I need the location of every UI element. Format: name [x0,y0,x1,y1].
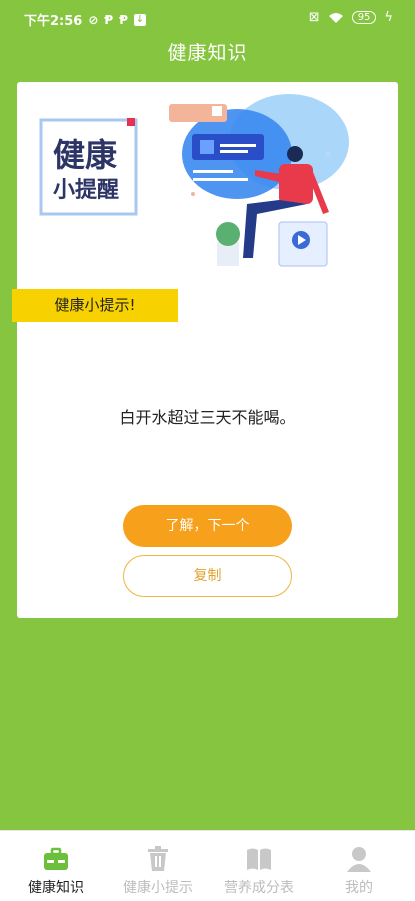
sync-off-icon: ⊘ [88,12,99,27]
page-title: 健康知识 [167,42,248,64]
tab-mine[interactable]: 我的 [309,831,409,901]
sign-subtitle: 小提醒 [53,177,119,203]
tip-card: 健康 小提醒 健康小提示! 白开水超过三天不能喝。 了解，下一个 复制 [12,82,398,618]
tab-label: 健康知识 [28,880,84,896]
sim-off-icon: ⊠ [308,10,320,25]
sign-title: 健康 [53,136,118,174]
book-icon [247,848,271,870]
bottom-tab-bar: 健康知识 健康小提示 营养成分表 我的 [0,830,415,901]
tab-label: 营养成分表 [224,880,294,896]
status-time: 下午2:56 [24,14,83,29]
p-app-icon: Ᵽ [104,12,114,27]
tip-text: 白开水超过三天不能喝。 [119,408,296,427]
user-icon [347,847,371,872]
medkit-icon [44,847,68,870]
tab-health-knowledge[interactable]: 健康知识 [6,831,106,901]
status-bar: 下午2:56 ⊘ Ᵽ Ᵽ ↓ ⊠ 95 ϟ [0,0,415,36]
tab-label: 健康小提示 [123,880,193,896]
wifi-icon [328,12,343,23]
p-app-icon-2: Ᵽ [119,12,128,27]
battery-icon: 95 [351,11,377,24]
next-tip-button[interactable]: 了解，下一个 [123,505,292,547]
download-icon: ↓ [134,13,146,26]
status-left: 下午2:56 ⊘ Ᵽ Ᵽ ↓ [24,10,146,29]
status-right: ⊠ 95 ϟ [309,10,393,25]
tab-health-tips[interactable]: 健康小提示 [108,831,208,901]
charging-icon: ϟ [384,10,393,25]
trash-icon [148,846,168,871]
health-illustration: 健康 小提醒 [39,94,349,267]
tab-nutrition-table[interactable]: 营养成分表 [209,831,309,901]
tab-label: 我的 [345,880,373,896]
tip-banner: 健康小提示! [12,289,178,322]
copy-button[interactable]: 复制 [123,555,292,597]
